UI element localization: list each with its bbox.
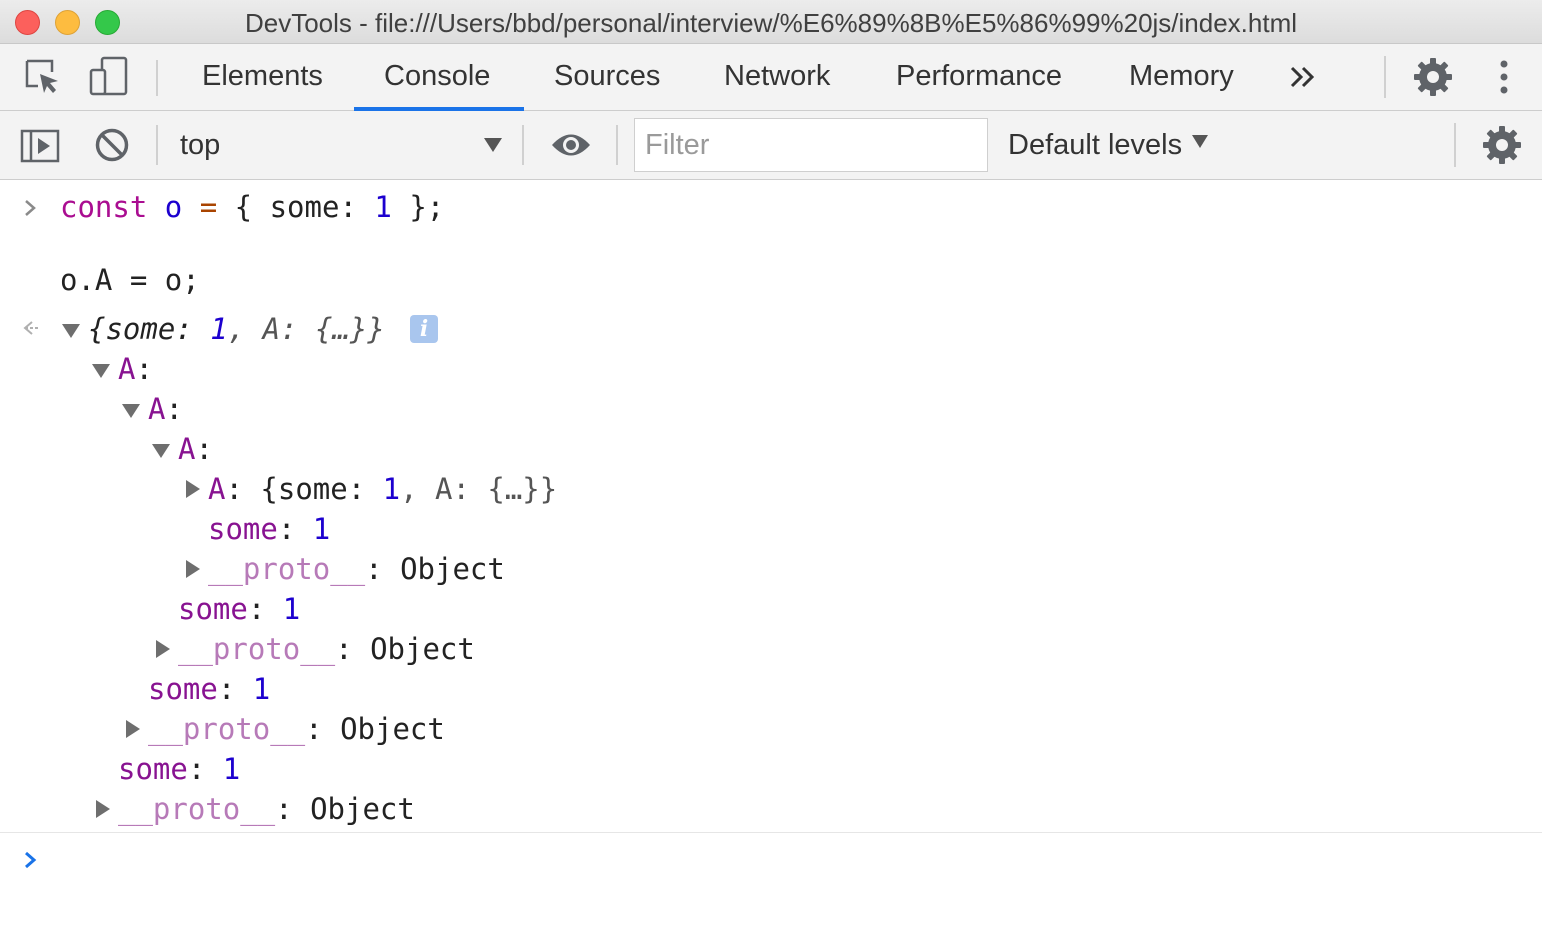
result-return-arrow-icon	[20, 317, 42, 339]
result-summary[interactable]: {some: 1, A: {…}}	[88, 309, 385, 349]
clear-console-icon[interactable]	[94, 127, 130, 163]
tab-sources[interactable]: Sources	[554, 44, 660, 111]
info-icon[interactable]: i	[410, 315, 438, 343]
tab-console[interactable]: Console	[384, 44, 490, 111]
tree-proto-level3[interactable]: __proto__: Object	[178, 629, 475, 669]
expand-triangle-icon[interactable]	[122, 404, 140, 418]
kebab-menu-icon[interactable]	[1490, 58, 1518, 98]
toolbar-divider	[156, 125, 158, 165]
toolbar-divider-4	[1454, 123, 1456, 167]
keyword-const: const	[60, 190, 148, 224]
window-titlebar: DevTools - file:///Users/bbd/personal/in…	[0, 0, 1542, 44]
tab-network[interactable]: Network	[724, 44, 830, 111]
tree-prop-some-level1: some: 1	[118, 752, 241, 786]
tree-proto-level1[interactable]: __proto__: Object	[118, 789, 415, 829]
settings-gear-icon[interactable]	[1412, 56, 1454, 98]
console-prompt-input[interactable]	[60, 841, 1520, 881]
chevron-down-icon	[484, 138, 502, 152]
input-chevron-icon	[22, 197, 40, 219]
tab-elements[interactable]: Elements	[202, 44, 323, 111]
console-toolbar: top Default levels	[0, 111, 1542, 180]
number-literal: 1	[374, 190, 392, 224]
more-tabs-chevron-icon[interactable]	[1288, 62, 1318, 92]
filter-input[interactable]	[634, 118, 988, 172]
tree-proto-level2[interactable]: __proto__: Object	[148, 709, 445, 749]
console-input-line-2: o.A = o;	[60, 263, 200, 297]
device-toolbar-icon[interactable]	[88, 56, 130, 98]
prompt-divider	[0, 832, 1542, 833]
expand-triangle-icon[interactable]	[62, 324, 80, 338]
collapsed-triangle-icon[interactable]	[96, 800, 110, 818]
inspect-element-icon[interactable]	[24, 58, 62, 96]
tree-proto-level4[interactable]: __proto__: Object	[208, 549, 505, 589]
console-settings-gear-icon[interactable]	[1482, 125, 1522, 165]
log-levels-dropdown[interactable]: Default levels	[1008, 111, 1209, 180]
collapsed-triangle-icon[interactable]	[156, 640, 170, 658]
console-output: const o = { some: 1 }; o.A = o; {some: 1…	[0, 181, 1542, 938]
object-key: some	[269, 190, 340, 224]
variable-name: o	[164, 190, 183, 224]
live-expression-eye-icon[interactable]	[550, 129, 592, 161]
tabbar-divider-right	[1384, 56, 1386, 98]
tab-memory[interactable]: Memory	[1129, 44, 1234, 111]
toolbar-divider-3	[616, 125, 618, 165]
log-levels-label: Default levels	[1008, 129, 1183, 161]
tree-node-A-level2[interactable]: A:	[148, 389, 183, 429]
collapsed-triangle-icon[interactable]	[186, 480, 200, 498]
console-input-line-1: const o = { some: 1 };	[60, 190, 445, 224]
collapsed-triangle-icon[interactable]	[126, 720, 140, 738]
tree-node-A-level3[interactable]: A:	[178, 429, 213, 469]
context-value: top	[180, 129, 221, 161]
expand-triangle-icon[interactable]	[152, 444, 170, 458]
tree-prop-some-level3: some: 1	[178, 592, 301, 626]
operator: =	[199, 190, 218, 224]
console-prompt-icon	[20, 849, 42, 871]
chevron-down-icon	[1192, 135, 1209, 148]
devtools-tabbar: Elements Console Sources Network Perform…	[0, 44, 1542, 111]
tree-node-A-level4[interactable]: A: {some: 1, A: {…}}	[208, 469, 557, 509]
expand-triangle-icon[interactable]	[92, 364, 110, 378]
tree-node-A-level1[interactable]: A:	[118, 349, 153, 389]
tab-performance[interactable]: Performance	[896, 44, 1062, 111]
collapsed-triangle-icon[interactable]	[186, 560, 200, 578]
tree-prop-some-level4: some: 1	[208, 512, 331, 546]
sidebar-toggle-icon[interactable]	[20, 127, 60, 165]
toolbar-divider-2	[522, 125, 524, 165]
window-title: DevTools - file:///Users/bbd/personal/in…	[244, 8, 1298, 38]
context-selector[interactable]: top	[180, 111, 510, 180]
tree-prop-some-level2: some: 1	[148, 672, 271, 706]
tabbar-divider	[156, 60, 158, 96]
